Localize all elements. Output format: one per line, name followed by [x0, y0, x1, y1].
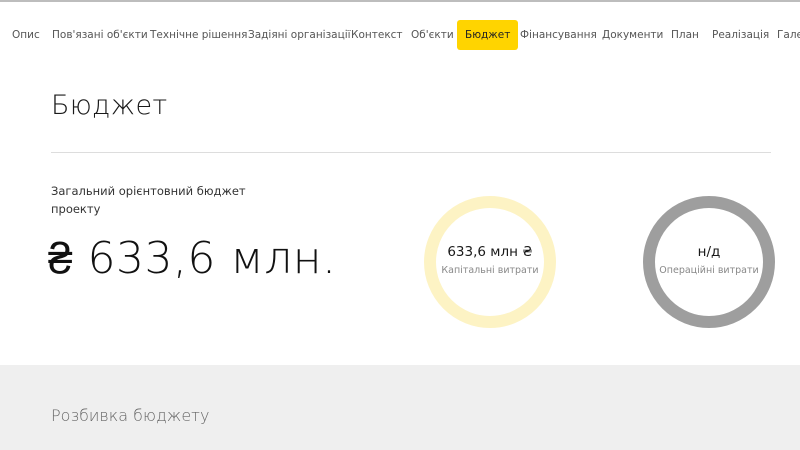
tab-related-objects[interactable]: Пов'язані об'єкти [44, 20, 156, 50]
capex-value: 633,6 млн ₴ [447, 244, 533, 260]
tab-gallery[interactable]: Галер [769, 20, 800, 50]
capex-donut: 633,6 млн ₴ Капітальні витрати [423, 195, 557, 329]
title-divider [51, 152, 771, 153]
tab-technical-solution[interactable]: Технічне рішення [142, 20, 255, 50]
tab-context[interactable]: Контекст [343, 20, 411, 50]
opex-label: Операційні витрати [659, 265, 759, 276]
tab-objects[interactable]: Об'єкти [403, 20, 462, 50]
budget-breakdown-title: Розбивка бюджету [51, 406, 210, 425]
tab-description[interactable]: Опис [4, 20, 48, 50]
tab-budget[interactable]: Бюджет [457, 20, 519, 50]
total-budget-value: ₴ 633,6 млн. [48, 233, 337, 284]
tab-financing[interactable]: Фінансування [512, 20, 605, 50]
opex-value: н/д [697, 244, 721, 260]
total-budget-label: Загальний орієнтовний бюджет проекту [51, 184, 246, 216]
capex-ring-graphic [424, 196, 556, 328]
page-title: Бюджет [51, 90, 168, 121]
top-border [0, 0, 800, 2]
capex-label: Капітальні витрати [441, 265, 539, 276]
opex-donut: н/д Операційні витрати [642, 195, 776, 329]
tab-involved-organizations[interactable]: Задіяні організації [240, 20, 359, 50]
tab-plan[interactable]: План [663, 20, 707, 50]
budget-breakdown-section: Розбивка бюджету [0, 365, 800, 450]
tab-implementation[interactable]: Реалізація [704, 20, 777, 50]
opex-ring-graphic [643, 196, 775, 328]
tab-documents[interactable]: Документи [594, 20, 671, 50]
section-tabs: Опис Пов'язані об'єкти Технічне рішення … [0, 20, 800, 50]
